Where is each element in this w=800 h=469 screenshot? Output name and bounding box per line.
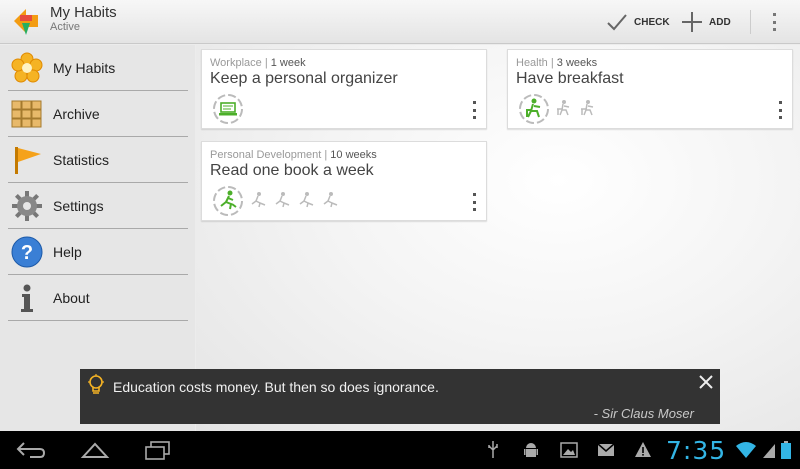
sidebar-item-help[interactable]: ? Help xyxy=(8,229,188,275)
sidebar-item-label: Statistics xyxy=(53,151,110,168)
check-label: CHECK xyxy=(634,16,670,28)
reading-icon[interactable] xyxy=(212,185,244,217)
wifi-icon xyxy=(736,442,756,458)
recent-apps-icon[interactable] xyxy=(143,440,173,460)
overflow-menu-button[interactable] xyxy=(768,10,780,34)
habit-card[interactable]: Workplace | 1 week Keep a personal organ… xyxy=(201,49,487,129)
help-icon: ? xyxy=(10,235,44,269)
reading-icon[interactable] xyxy=(272,191,292,211)
habit-meta: Workplace | 1 week xyxy=(210,57,306,69)
lightbulb-icon xyxy=(88,374,104,394)
flower-icon xyxy=(10,51,44,85)
sidebar-item-label: About xyxy=(53,289,90,306)
archive-icon xyxy=(10,97,44,131)
image-icon xyxy=(560,442,578,458)
breakfast-icon[interactable] xyxy=(578,99,598,119)
flag-icon xyxy=(10,143,44,177)
habit-title: Read one book a week xyxy=(210,162,374,179)
habit-card[interactable]: Health | 3 weeks Have breakfast xyxy=(507,49,793,129)
sidebar-item-label: My Habits xyxy=(53,59,116,76)
habit-category: Personal Development xyxy=(210,149,322,161)
sidebar-item-label: Settings xyxy=(53,197,104,214)
sidebar-item-label: Archive xyxy=(53,105,100,122)
habit-duration: 1 week xyxy=(270,57,306,69)
warning-icon xyxy=(635,442,651,457)
reading-icon[interactable] xyxy=(248,191,268,211)
sidebar-item-settings[interactable]: Settings xyxy=(8,183,188,229)
check-icon xyxy=(607,14,627,31)
actionbar-divider xyxy=(750,10,751,34)
battery-icon xyxy=(781,441,791,459)
add-label: ADD xyxy=(709,16,731,28)
back-icon[interactable] xyxy=(16,440,46,460)
habit-title: Keep a personal organizer xyxy=(210,70,398,87)
gear-icon xyxy=(10,189,44,223)
habit-more-button[interactable] xyxy=(777,101,783,119)
habit-progress xyxy=(212,93,244,125)
habit-progress xyxy=(212,185,340,217)
habit-card[interactable]: Personal Development | 10 weeks Read one… xyxy=(201,141,487,221)
quote-text: Education costs money. But then so does … xyxy=(113,379,439,395)
signal-icon xyxy=(763,444,775,458)
usb-icon xyxy=(488,441,498,458)
habit-meta: Personal Development | 10 weeks xyxy=(210,149,377,161)
habit-progress xyxy=(518,93,598,125)
breakfast-icon[interactable] xyxy=(554,99,574,119)
gmail-icon xyxy=(597,443,615,456)
system-navigation-bar: 7:35 xyxy=(0,431,800,469)
sidebar-item-my-habits[interactable]: My Habits xyxy=(8,45,188,91)
habit-category: Health xyxy=(516,57,548,69)
reading-icon[interactable] xyxy=(320,191,340,211)
android-debug-icon xyxy=(524,443,538,457)
reading-icon[interactable] xyxy=(296,191,316,211)
sidebar-item-archive[interactable]: Archive xyxy=(8,91,188,137)
home-icon[interactable] xyxy=(80,440,110,460)
habit-title: Have breakfast xyxy=(516,70,624,87)
sidebar-item-label: Help xyxy=(53,243,82,260)
quote-banner: Education costs money. But then so does … xyxy=(80,369,720,424)
habit-meta: Health | 3 weeks xyxy=(516,57,598,69)
app-title: My Habits xyxy=(50,4,117,21)
plus-icon xyxy=(682,12,702,32)
breakfast-icon[interactable] xyxy=(518,93,550,125)
check-button[interactable]: CHECK xyxy=(606,8,670,36)
habit-duration: 10 weeks xyxy=(330,149,377,161)
add-button[interactable]: ADD xyxy=(681,8,731,36)
habit-more-button[interactable] xyxy=(471,193,477,211)
svg-text:?: ? xyxy=(21,242,33,264)
habit-duration: 3 weeks xyxy=(556,57,598,69)
habit-more-button[interactable] xyxy=(471,101,477,119)
laptop-icon[interactable] xyxy=(212,93,244,125)
close-icon[interactable] xyxy=(697,373,715,391)
sidebar-item-statistics[interactable]: Statistics xyxy=(8,137,188,183)
action-bar: My Habits Active CHECK ADD xyxy=(0,0,800,44)
app-logo-icon[interactable] xyxy=(10,5,42,39)
status-clock: 7:35 xyxy=(666,436,727,465)
sidebar-item-about[interactable]: About xyxy=(8,275,188,321)
habit-category: Workplace xyxy=(210,57,262,69)
info-icon xyxy=(10,281,44,315)
quote-author: - Sir Claus Moser xyxy=(593,406,694,421)
app-subtitle: Active xyxy=(50,21,80,33)
